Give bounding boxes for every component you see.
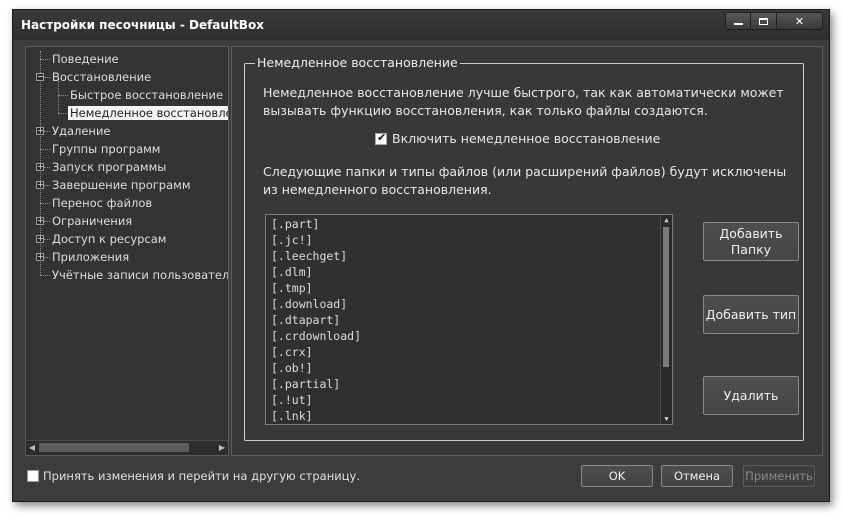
list-item[interactable]: [.dtapart] [266, 312, 672, 328]
description-text: Немедленное восстановление лучше быстрог… [263, 84, 784, 120]
list-item[interactable]: [.crdownload] [266, 328, 672, 344]
scroll-right-icon[interactable]: ▶ [216, 442, 228, 454]
delete-button[interactable]: Удалить [703, 376, 799, 415]
scroll-thumb[interactable] [39, 443, 189, 452]
tree-item-label[interactable]: Доступ к ресурсам [50, 232, 168, 246]
add-type-button[interactable]: Добавить тип [703, 295, 799, 334]
checkbox-label[interactable]: Включить немедленное восстановление [392, 131, 660, 146]
sandbox-settings-window: Настройки песочницы - DefaultBox ✕ Повед… [12, 9, 830, 502]
scroll-up-icon[interactable]: ▲ [661, 215, 672, 225]
list-item[interactable]: [.part] [266, 216, 672, 232]
tree-item-label[interactable]: Запуск программы [50, 160, 168, 174]
description-line-2: вызывать функцию восстановления, как тол… [263, 103, 708, 118]
list-item[interactable]: [.crx] [266, 344, 672, 360]
tree-item[interactable]: Доступ к ресурсам [50, 230, 168, 248]
tree-item[interactable]: Приложения [50, 248, 131, 266]
exclusions-description-line-2: из немедленного восстановления. [263, 182, 492, 197]
list-item[interactable]: [.lnk] [266, 408, 672, 424]
description-line-1: Немедленное восстановление лучше быстрог… [263, 85, 784, 100]
tree-connector [58, 113, 68, 114]
list-item[interactable]: [.ob!] [266, 360, 672, 376]
tree-item[interactable]: Восстановление [50, 68, 153, 86]
close-button[interactable]: ✕ [777, 12, 823, 30]
tree-item[interactable]: Завершение программ [50, 176, 193, 194]
tree-connector [40, 203, 50, 204]
tree-item[interactable]: Ограничения [50, 212, 134, 230]
settings-tree[interactable]: Поведение Восстановление − Быстрое восстано… [25, 46, 229, 456]
scroll-thumb[interactable] [663, 227, 669, 367]
checkmark-icon: ✔ [377, 130, 387, 144]
tree-item[interactable]: Поведение [50, 50, 121, 68]
tree-connector [40, 59, 50, 60]
expand-icon[interactable]: + [36, 253, 44, 261]
tree-connector [58, 95, 68, 96]
checkbox-label[interactable]: Принять изменения и перейти на другую ст… [43, 469, 360, 483]
list-item[interactable]: [.dlm] [266, 264, 672, 280]
window-title: Настройки песочницы - DefaultBox [21, 18, 264, 32]
exclusions-description-line-1: Следующие папки и типы файлов (или расши… [263, 164, 787, 179]
minimize-icon [733, 23, 743, 25]
exclusions-list[interactable]: [.part] [.jc!] [.leechget] [.dlm] [.tmp] [.do… [265, 214, 673, 425]
tree-item-label[interactable]: Восстановление [50, 70, 153, 84]
ok-button[interactable]: OK [581, 465, 653, 487]
checkbox-box[interactable] [27, 470, 39, 482]
scroll-down-icon[interactable]: ▼ [661, 414, 672, 424]
settings-page-panel: Немедленное восстановление Немедленное в… [231, 46, 823, 456]
list-item[interactable]: [.partial] [266, 376, 672, 392]
tree-item-label[interactable]: Завершение программ [50, 178, 193, 192]
tree-item[interactable]: Запуск программы [50, 158, 168, 176]
tree-item-label[interactable]: Перенос файлов [50, 196, 154, 210]
list-item[interactable]: [.download] [266, 296, 672, 312]
cancel-button[interactable]: Отмена [661, 465, 733, 487]
tree-item[interactable]: Удаление [50, 122, 113, 140]
exclusions-items: [.part] [.jc!] [.leechget] [.dlm] [.tmp] [.do… [266, 215, 672, 424]
minimize-button[interactable] [725, 12, 751, 30]
tree-item-label[interactable]: Быстрое восстановление [68, 88, 225, 102]
apply-button[interactable]: Применить [743, 465, 815, 487]
expand-icon[interactable]: + [36, 235, 44, 243]
tree-item-label[interactable]: Учётные записи пользователей [50, 268, 228, 282]
add-folder-label: Добавить Папку [720, 226, 783, 258]
exclusions-description: Следующие папки и типы файлов (или расши… [263, 163, 786, 199]
tree-item[interactable]: Перенос файлов [50, 194, 154, 212]
close-icon: ✕ [794, 14, 805, 28]
tree-horizontal-scrollbar[interactable]: ◀ ▶ [26, 440, 228, 455]
scroll-left-icon[interactable]: ◀ [26, 442, 38, 454]
tree-item[interactable]: Учётные записи пользователей [50, 266, 228, 284]
tree-item-label[interactable]: Ограничения [50, 214, 134, 228]
window-controls: ✕ [725, 12, 823, 30]
immediate-recovery-group: Немедленное восстановление Немедленное в… [244, 55, 804, 441]
tree-item[interactable]: Немедленное восстановление [68, 104, 228, 122]
tree-connector [40, 149, 50, 150]
list-item[interactable]: [.!ut] [266, 392, 672, 408]
list-item[interactable]: [.jc!] [266, 232, 672, 248]
expand-icon[interactable]: + [36, 163, 44, 171]
tree-item-label[interactable]: Удаление [50, 124, 113, 138]
list-vertical-scrollbar[interactable]: ▲ ▼ [660, 215, 672, 424]
tree-item-label[interactable]: Поведение [50, 52, 121, 66]
maximize-button[interactable] [751, 12, 777, 30]
list-item[interactable]: [.leechget] [266, 248, 672, 264]
tree-item[interactable]: Группы программ [50, 140, 163, 158]
tree-item-label[interactable]: Группы программ [50, 142, 163, 156]
add-folder-label-line-2: Папку [730, 241, 772, 257]
apply-and-go-checkbox[interactable]: Принять изменения и перейти на другую ст… [27, 469, 360, 483]
expand-icon[interactable]: + [36, 217, 44, 225]
list-item[interactable]: [.tmp] [266, 280, 672, 296]
title-bar[interactable]: Настройки песочницы - DefaultBox ✕ [13, 10, 829, 40]
enable-immediate-recovery-checkbox[interactable]: ✔ Включить немедленное восстановление [375, 131, 660, 146]
tree-item-label[interactable]: Приложения [50, 250, 131, 264]
tree-item[interactable]: Быстрое восстановление [68, 86, 225, 104]
maximize-icon [759, 17, 768, 25]
checkbox-box[interactable]: ✔ [375, 130, 387, 145]
add-folder-button[interactable]: Добавить Папку [703, 222, 799, 261]
group-title: Немедленное восстановление [255, 55, 460, 70]
collapse-icon[interactable]: − [36, 73, 44, 81]
tree-item-label[interactable]: Немедленное восстановление [68, 106, 228, 120]
tree-connector [40, 275, 50, 276]
add-folder-label-line-1: Добавить [719, 225, 783, 241]
expand-icon[interactable]: + [36, 127, 44, 135]
expand-icon[interactable]: + [36, 181, 44, 189]
